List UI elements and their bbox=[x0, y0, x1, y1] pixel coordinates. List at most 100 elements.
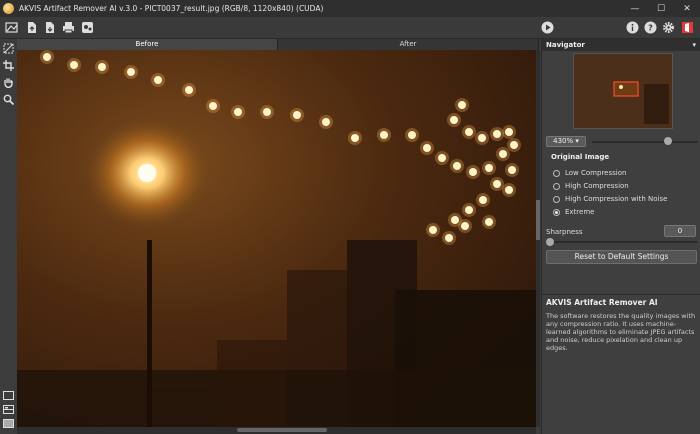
title-bar: AKVIS Artifact Remover AI v.3.0 - PICT00… bbox=[0, 0, 700, 17]
window-title: AKVIS Artifact Remover AI v.3.0 - PICT00… bbox=[19, 4, 324, 13]
string-light-bulb bbox=[469, 168, 477, 176]
option-low-compression[interactable]: Low Compression bbox=[553, 169, 626, 177]
string-light-bulb bbox=[458, 101, 466, 109]
info-description: The software restores the quality images… bbox=[546, 312, 696, 352]
string-light-bulb bbox=[234, 108, 242, 116]
radio-icon[interactable] bbox=[553, 169, 560, 177]
app-logo-icon bbox=[3, 3, 14, 14]
horizontal-scrollbar[interactable] bbox=[17, 427, 536, 434]
string-light-bulb bbox=[445, 234, 453, 242]
option-high-compression[interactable]: High Compression bbox=[553, 182, 629, 190]
zoom-icon[interactable] bbox=[2, 93, 15, 106]
tab-before[interactable]: Before bbox=[17, 39, 278, 50]
string-light-bulb bbox=[380, 131, 388, 139]
radio-icon[interactable] bbox=[553, 182, 560, 190]
string-light-bulb bbox=[438, 154, 446, 162]
zoom-value: 430% bbox=[553, 137, 574, 145]
navigator-title: Navigator bbox=[546, 41, 585, 49]
toolbar: ? bbox=[0, 17, 700, 39]
string-light-bulb bbox=[127, 68, 135, 76]
string-light-bulb bbox=[505, 186, 513, 194]
zoom-slider-knob[interactable] bbox=[664, 137, 672, 145]
string-light-bulb bbox=[465, 128, 473, 136]
string-light-bulb bbox=[465, 206, 473, 214]
single-view-icon[interactable] bbox=[3, 391, 14, 400]
svg-text:?: ? bbox=[648, 24, 653, 33]
minimize-button[interactable]: — bbox=[622, 0, 648, 17]
sharpness-slider-knob[interactable] bbox=[546, 238, 554, 246]
string-light-bulb bbox=[70, 61, 78, 69]
string-light-bulb bbox=[154, 76, 162, 84]
string-light-bulb bbox=[450, 116, 458, 124]
zoom-dropdown[interactable]: 430% ▾ bbox=[546, 136, 586, 147]
option-high-compression-noise[interactable]: High Compression with Noise bbox=[553, 195, 667, 203]
original-image-title: Original Image bbox=[551, 153, 610, 161]
option-extreme[interactable]: Extreme bbox=[553, 208, 594, 216]
tab-after[interactable]: After bbox=[278, 39, 539, 50]
vertical-scrollbar[interactable] bbox=[536, 50, 540, 427]
navigator-viewport-frame bbox=[613, 81, 639, 97]
radio-checked-icon[interactable] bbox=[553, 208, 560, 216]
navigator-header: Navigator ▾ bbox=[542, 39, 700, 51]
string-light-bulb bbox=[453, 162, 461, 170]
navigator-preview[interactable] bbox=[573, 53, 673, 129]
open-file-icon[interactable] bbox=[24, 20, 39, 35]
help-icon[interactable]: ? bbox=[643, 20, 658, 35]
info-icon[interactable] bbox=[625, 20, 640, 35]
home-icon[interactable] bbox=[4, 20, 19, 35]
option-label: Low Compression bbox=[565, 169, 627, 177]
background-color-icon[interactable] bbox=[3, 419, 14, 428]
settings-icon[interactable] bbox=[661, 20, 676, 35]
string-light-bulb bbox=[478, 134, 486, 142]
string-light-bulb bbox=[209, 102, 217, 110]
chevron-down-icon: ▾ bbox=[575, 137, 579, 145]
string-light-bulb bbox=[505, 128, 513, 136]
panel-divider bbox=[542, 294, 700, 295]
split-view-icon[interactable] bbox=[3, 405, 14, 414]
crop-icon[interactable] bbox=[2, 59, 15, 72]
maximize-button[interactable]: ☐ bbox=[648, 0, 674, 17]
string-light-bulb bbox=[185, 86, 193, 94]
string-light-bulb bbox=[510, 141, 518, 149]
sharpness-label: Sharpness bbox=[546, 228, 583, 236]
option-label: High Compression bbox=[565, 182, 629, 190]
sharpness-slider[interactable] bbox=[546, 241, 697, 243]
string-light-bulb bbox=[479, 196, 487, 204]
string-light-bulb bbox=[43, 53, 51, 61]
hand-icon[interactable] bbox=[2, 76, 15, 89]
save-file-icon[interactable] bbox=[42, 20, 57, 35]
string-light-bulb bbox=[322, 118, 330, 126]
string-light-bulb bbox=[461, 222, 469, 230]
option-label: Extreme bbox=[565, 208, 595, 216]
string-light-bulb bbox=[493, 130, 501, 138]
compare-icon[interactable] bbox=[2, 42, 15, 55]
navigator-menu-icon[interactable]: ▾ bbox=[692, 41, 696, 49]
string-light-bulb bbox=[293, 111, 301, 119]
option-label: High Compression with Noise bbox=[565, 195, 668, 203]
string-light-bulb bbox=[499, 150, 507, 158]
string-light-bulb bbox=[263, 108, 271, 116]
zoom-row: 430% ▾ bbox=[546, 136, 698, 148]
print-icon[interactable] bbox=[61, 20, 76, 35]
string-light-bulb bbox=[508, 166, 516, 174]
horizontal-scroll-thumb[interactable] bbox=[237, 428, 327, 432]
night-photo bbox=[17, 50, 536, 427]
radio-icon[interactable] bbox=[553, 195, 560, 203]
string-light-bulb bbox=[429, 226, 437, 234]
string-light-bulb bbox=[98, 63, 106, 71]
exit-icon[interactable] bbox=[680, 20, 695, 35]
string-light-bulb bbox=[351, 134, 359, 142]
close-button[interactable]: ✕ bbox=[674, 0, 700, 17]
settings-panel: Navigator ▾ 430% ▾ Original Image Low Co… bbox=[541, 39, 700, 434]
zoom-slider[interactable] bbox=[592, 141, 698, 143]
left-toolbar bbox=[0, 39, 17, 434]
run-icon[interactable] bbox=[540, 20, 555, 35]
image-canvas[interactable] bbox=[17, 50, 536, 427]
vertical-scroll-thumb[interactable] bbox=[536, 200, 540, 240]
string-light-bulb bbox=[408, 131, 416, 139]
sharpness-value-field[interactable]: 0 bbox=[664, 225, 696, 237]
batch-icon[interactable] bbox=[80, 20, 95, 35]
string-light-bulb bbox=[451, 216, 459, 224]
string-light-bulb bbox=[485, 164, 493, 172]
reset-defaults-button[interactable]: Reset to Default Settings bbox=[546, 250, 697, 264]
